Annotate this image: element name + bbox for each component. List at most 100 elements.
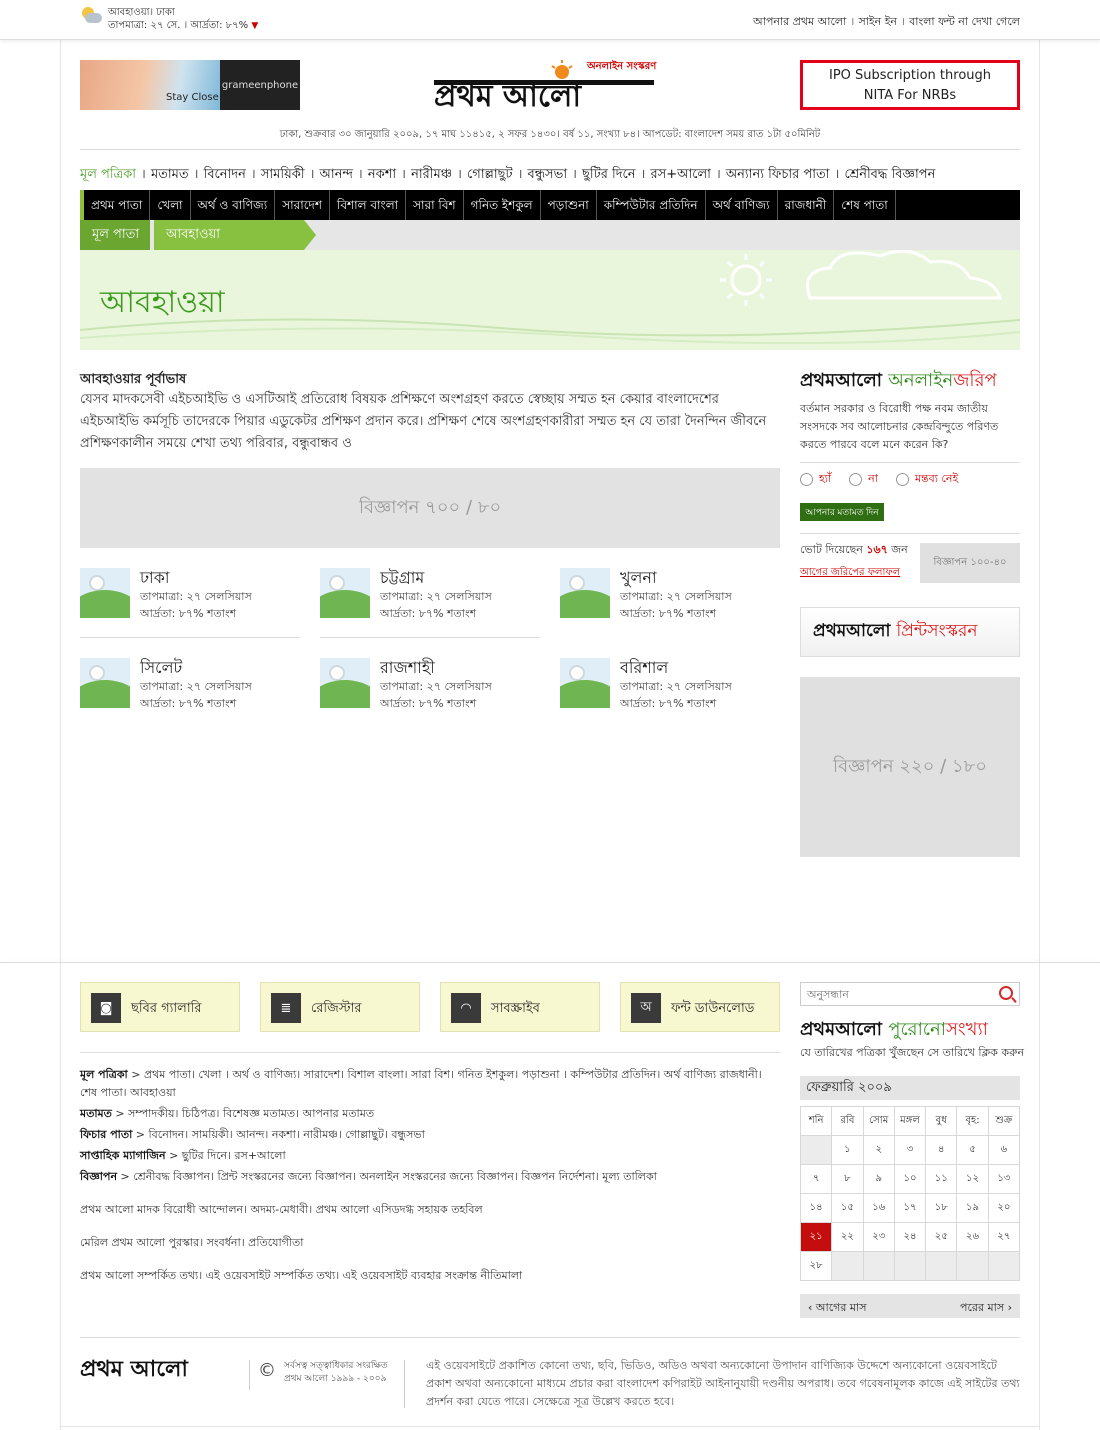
subnav-sports[interactable]: খেলা: [150, 190, 191, 220]
radio-button[interactable]: [800, 473, 813, 486]
poll-option-no[interactable]: না: [849, 470, 878, 489]
photo-gallery-button[interactable]: ◙ ছবির গ্যালারি: [80, 982, 240, 1032]
sitemap-links[interactable]: ছুটির দিনে। রস+আলো: [182, 1149, 286, 1162]
sign-in-link[interactable]: সাইন ইন: [858, 15, 897, 28]
search-input[interactable]: [801, 983, 991, 1005]
calendar-day[interactable]: ২২: [831, 1222, 864, 1252]
previous-month-button[interactable]: ‹ আগের মাস: [808, 1299, 866, 1318]
radio-button[interactable]: [849, 473, 863, 486]
subnav-front-page[interactable]: প্রথম পাতা: [80, 190, 151, 220]
calendar-day[interactable]: ২৫: [925, 1222, 958, 1252]
nav-anondo[interactable]: আনন্দ: [320, 167, 353, 182]
register-button[interactable]: ≣ রেজিস্টার: [260, 982, 420, 1032]
sitemap-links[interactable]: বিনোদন। সাময়িকী। আনন্দ। নকশা। নারীমঞ্চ।…: [149, 1128, 425, 1141]
radio-button[interactable]: [895, 473, 909, 486]
poll-submit-button[interactable]: আপনার মতামত দিন: [800, 503, 884, 521]
search-icon[interactable]: [999, 986, 1013, 1000]
nav-magazine[interactable]: সাময়িকী: [261, 167, 305, 182]
calendar-day[interactable]: ২০: [987, 1193, 1021, 1223]
nav-gollachhut[interactable]: গোল্লাছুট: [467, 167, 513, 182]
nav-naksha[interactable]: নকশা: [368, 167, 396, 182]
calendar-day[interactable]: ৮: [831, 1164, 864, 1194]
calendar-day[interactable]: ১৪: [799, 1193, 833, 1223]
next-month-button[interactable]: পরের মাস ›: [960, 1299, 1012, 1318]
subnav-last-page[interactable]: শেষ পাতা: [834, 190, 896, 220]
dropdown-arrow-icon[interactable]: ▼: [251, 21, 258, 31]
sitemap-links[interactable]: শ্রেনীবদ্ধ বিজ্ঞাপন। প্রিন্ট সংস্করনের জ…: [133, 1170, 657, 1183]
calendar-day[interactable]: ২৪: [893, 1222, 927, 1252]
font-download-button[interactable]: অ ফন্ট ডাউনলোড: [620, 982, 780, 1032]
calendar-day[interactable]: ১০: [893, 1164, 927, 1194]
nav-entertainment[interactable]: বিনোদন: [204, 167, 246, 182]
breadcrumb-current[interactable]: আবহাওয়া: [154, 220, 316, 250]
calendar-day[interactable]: ১৯: [956, 1193, 989, 1223]
calendar-day[interactable]: ১৫: [831, 1193, 864, 1223]
footer-logo[interactable]: প্রথম আলো: [80, 1352, 188, 1389]
my-prothom-alo-link[interactable]: আপনার প্রথম আলো: [753, 15, 846, 28]
calendar-day[interactable]: ২৮: [799, 1251, 833, 1281]
nav-chhutir-dine[interactable]: ছুটির দিনে: [582, 167, 636, 182]
nav-main-paper[interactable]: মূল পত্রিকা: [80, 167, 136, 182]
sitemap-heading[interactable]: মূল পত্রিকা: [80, 1068, 128, 1081]
calendar-day[interactable]: ১১: [925, 1164, 958, 1194]
print-edition-link[interactable]: প্রথমআলো প্রিন্টসংস্করন: [800, 607, 1020, 657]
calendar-day[interactable]: ১৮: [925, 1193, 958, 1223]
previous-poll-results-link[interactable]: আগের জরিপের ফলাফল: [800, 565, 900, 582]
nav-classifieds[interactable]: শ্রেনীবদ্ধ বিজ্ঞাপন: [844, 167, 935, 182]
calendar-day[interactable]: ৬: [987, 1135, 1021, 1165]
sitemap-links[interactable]: সম্পাদকীয়। চিঠিপত্র। বিশেষজ্ঞ মতামত। আপ…: [128, 1107, 374, 1120]
subnav-economy[interactable]: অর্থ বাণিজ্য: [706, 190, 778, 220]
sitemap-heading[interactable]: ফিচার পাতা: [80, 1128, 132, 1141]
city-weather-card[interactable]: রাজশাহী তাপমাত্রা: ২৭ সেলসিয়াস আর্দ্রতা…: [320, 658, 540, 728]
ad-700x80[interactable]: বিজ্ঞাপন ৭০০ / ৮০: [80, 468, 780, 548]
city-weather-card[interactable]: সিলেট তাপমাত্রা: ২৭ সেলসিয়াস আর্দ্রতা: …: [80, 658, 300, 728]
calendar-day[interactable]: ২৩: [862, 1222, 895, 1252]
sitemap-links[interactable]: প্রথম পাতা। খেলা । অর্থ ও বাণিজ্য। সারাদ…: [80, 1068, 762, 1099]
calendar-day[interactable]: ১২: [956, 1164, 989, 1194]
breadcrumb-home[interactable]: মূল পাতা: [80, 220, 150, 250]
calendar-day[interactable]: ৭: [799, 1164, 833, 1194]
calendar-day[interactable]: ২৭: [987, 1222, 1021, 1252]
subnav-bishal-bangla[interactable]: বিশাল বাংলা: [330, 190, 407, 220]
subnav-country[interactable]: সারাদেশ: [275, 190, 330, 220]
calendar-day[interactable]: ৪: [925, 1135, 958, 1165]
top-weather[interactable]: আবহাওয়া। ঢাকা তাপমাত্রা: ২৭ সে. । আর্দ্…: [80, 6, 258, 33]
city-weather-card[interactable]: বরিশাল তাপমাত্রা: ২৭ সেলসিয়াস আর্দ্রতা:…: [560, 658, 780, 728]
subnav-math-school[interactable]: গনিত ইশকুল: [464, 190, 541, 220]
city-weather-card[interactable]: খুলনা তাপমাত্রা: ২৭ সেলসিয়াস আর্দ্রতা: …: [560, 568, 780, 638]
nav-opinion[interactable]: মতামত: [151, 167, 189, 182]
sitemap-heading[interactable]: মতামত: [80, 1107, 112, 1120]
calendar-day[interactable]: ৩: [893, 1135, 927, 1165]
subnav-computer[interactable]: কম্পিউটার প্রতিদিন: [597, 190, 706, 220]
city-weather-card[interactable]: ঢাকা তাপমাত্রা: ২৭ সেলসিয়াস আর্দ্রতা: ৮…: [80, 568, 300, 638]
sitemap-heading[interactable]: বিজ্ঞাপন: [80, 1170, 117, 1183]
subnav-business[interactable]: অর্থ ও বাণিজ্য: [191, 190, 276, 220]
subnav-world[interactable]: সারা বিশ: [406, 190, 464, 220]
calendar-day[interactable]: ১৬: [862, 1193, 895, 1223]
city-weather-card[interactable]: চট্টগ্রাম তাপমাত্রা: ২৭ সেলসিয়াস আর্দ্র…: [320, 568, 540, 638]
ipo-ad[interactable]: IPO Subscription through NITA For NRBs: [800, 60, 1020, 110]
calendar-day[interactable]: ২৬: [956, 1222, 989, 1252]
sitemap-extra-links[interactable]: প্রথম আলো মাদক বিরোধী আন্দোলন। অদম্য-মেধ…: [80, 1201, 780, 1219]
calendar-day[interactable]: ২: [862, 1135, 895, 1165]
calendar-day[interactable]: ১৩: [987, 1164, 1021, 1194]
subnav-education[interactable]: পড়াশুনা: [541, 190, 597, 220]
bangla-font-help-link[interactable]: বাংলা ফন্ট না দেখা গেলে: [909, 15, 1020, 28]
calendar-day[interactable]: ২১: [799, 1222, 833, 1252]
calendar-day[interactable]: ১৭: [893, 1193, 927, 1223]
subnav-capital[interactable]: রাজধানী: [778, 190, 835, 220]
sitemap-heading[interactable]: সাপ্তাহিক ম্যাগাজিন: [80, 1149, 166, 1162]
subscribe-button[interactable]: ◠ সাবস্ক্রাইব: [440, 982, 600, 1032]
nav-bondhushobha[interactable]: বন্ধুসভা: [528, 167, 568, 182]
calendar-day[interactable]: ৫: [956, 1135, 989, 1165]
calendar-day[interactable]: ১: [831, 1135, 864, 1165]
nav-narimoncho[interactable]: নারীমঞ্চ: [411, 167, 452, 182]
sitemap-extra-links[interactable]: মেরিল প্রথম আলো পুরস্কার। সংবর্ধনা। প্রত…: [80, 1234, 780, 1252]
ad-220x180[interactable]: বিজ্ঞাপন ২২০ / ১৮০: [800, 677, 1020, 857]
nav-rosh-alo[interactable]: রস+আলো: [650, 167, 710, 182]
calendar-day[interactable]: ৯: [862, 1164, 895, 1194]
nav-other-features[interactable]: অন্যান্য ফিচার পাতা: [726, 167, 830, 182]
sitemap-extra-links[interactable]: প্রথম আলো সম্পর্কিত তথ্য। এই ওয়েবসাইট স…: [80, 1267, 780, 1285]
poll-option-no-comment[interactable]: মন্তব্য নেই: [895, 470, 958, 489]
poll-option-yes[interactable]: হ্যাঁ: [800, 470, 831, 489]
